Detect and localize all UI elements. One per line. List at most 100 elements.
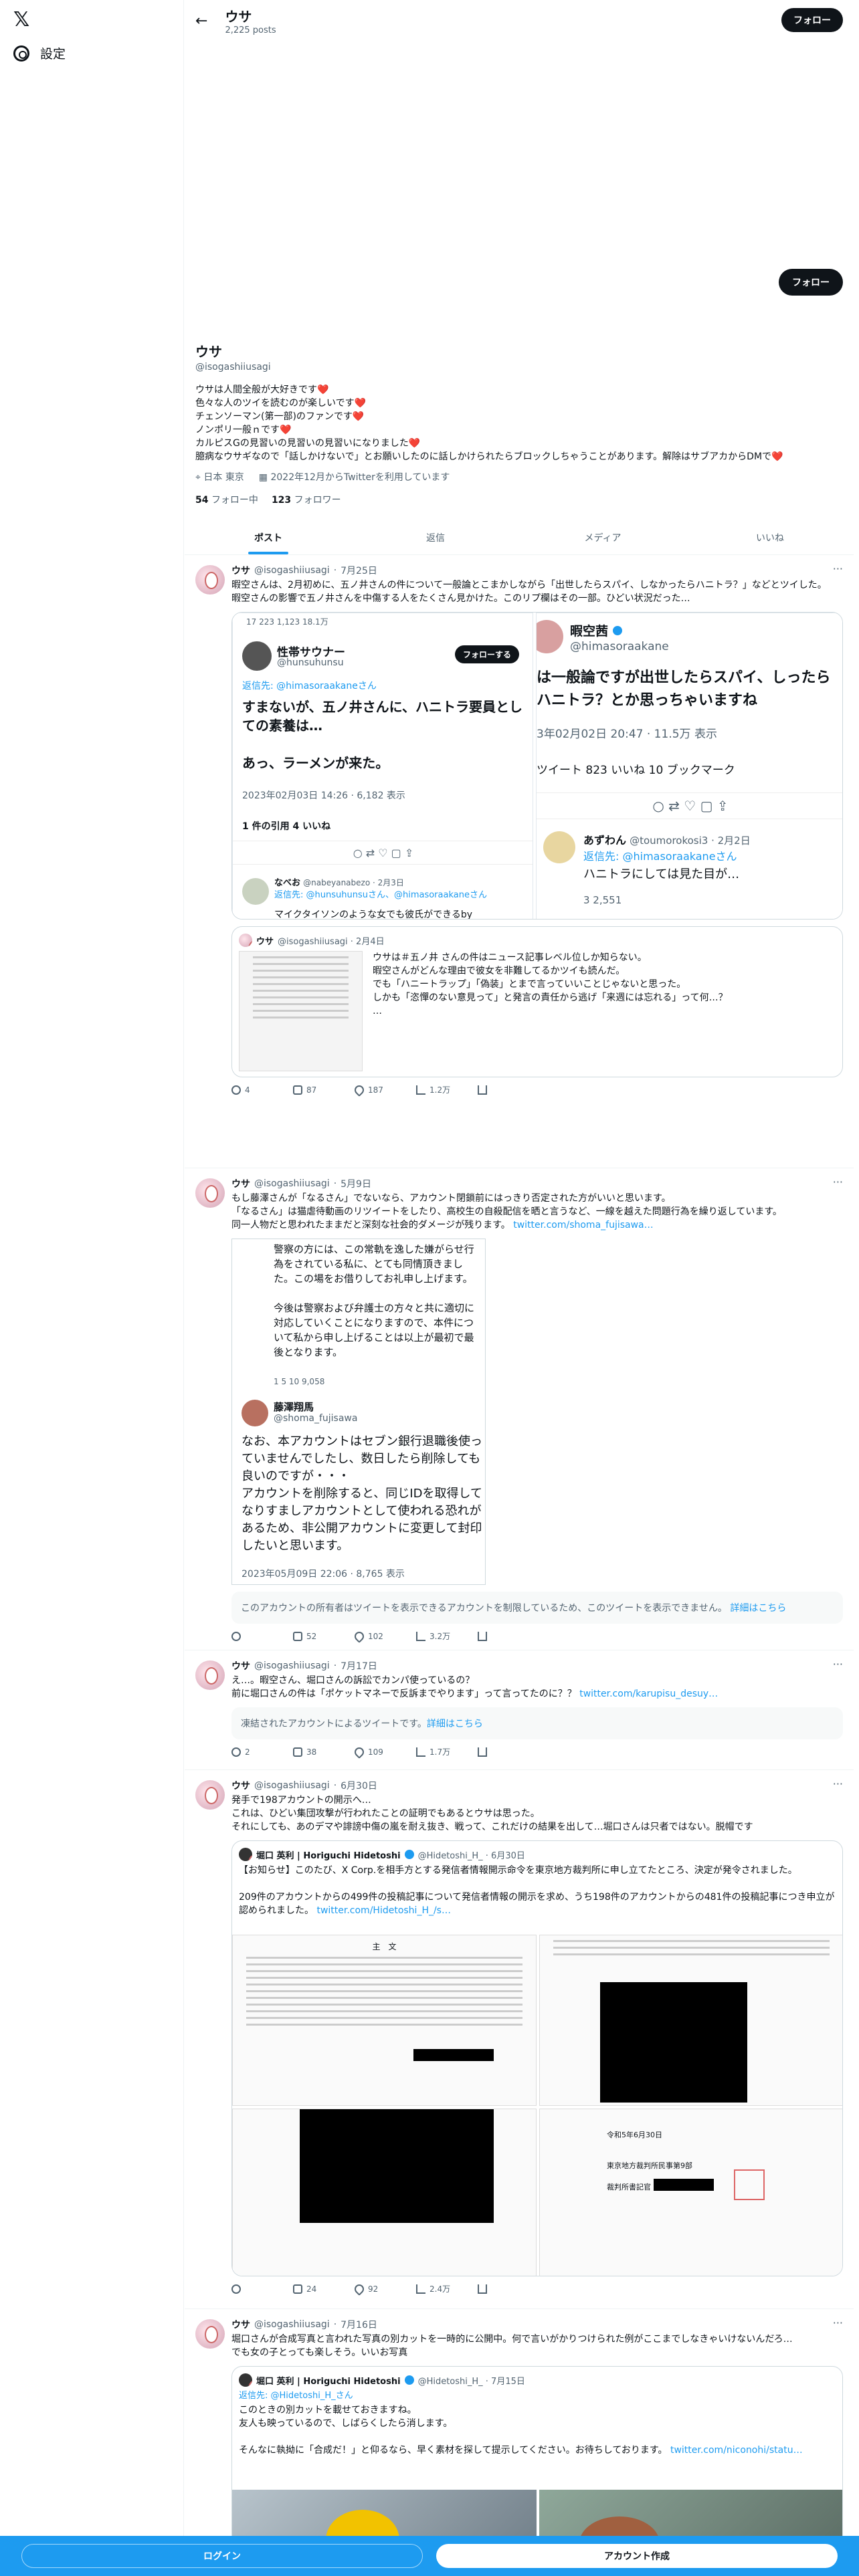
screenshot-handle: @hunsuhunsu [277,657,344,668]
screenshot-avatar [242,1400,268,1426]
avatar[interactable] [195,1780,225,1810]
share-button[interactable] [478,1746,539,1757]
retweet-button[interactable]: 87 [293,1084,355,1095]
signup-button[interactable]: アカウント作成 [436,2544,838,2568]
tweet-date[interactable]: 5月9日 [341,1177,371,1190]
screenshot-quotes: 1 件の引用 4 いいね [242,821,331,832]
tab-replies[interactable]: 返信 [352,522,519,554]
document-heading: 主 文 [372,1942,397,1951]
document-image-1: 主 文 [232,1935,537,2106]
more-icon[interactable]: ··· [833,1176,843,1188]
tweet-date[interactable]: 7月25日 [341,564,377,577]
nav-settings[interactable]: 設定 [13,44,66,62]
retweet-button[interactable]: 52 [293,1630,355,1642]
back-arrow-icon[interactable]: ← [195,13,207,29]
reply-button[interactable] [231,2283,293,2294]
tweet[interactable]: ··· ウサ @isogashiiusagi · 7月17日 え…。暇空さん、堀口さん… [185,1651,854,1770]
retweet-button[interactable]: 38 [293,1746,355,1757]
avatar[interactable] [195,2319,225,2349]
quoted-handle: @Hidetoshi_H_ · 7月15日 [417,2376,525,2387]
bottom-signup-bar: ログイン アカウント作成 [0,2536,859,2576]
reply-button[interactable] [231,1630,293,1642]
like-button[interactable]: 187 [353,1083,416,1097]
tweet-date[interactable]: 6月30日 [341,1779,377,1792]
share-button[interactable] [478,2283,539,2294]
retweet-icon [293,1085,302,1095]
reply-button[interactable]: 4 [231,1084,293,1095]
quoted-link[interactable]: twitter.com/Hidetoshi_H_/s… [316,1905,451,1916]
tab-media[interactable]: メディア [519,522,686,554]
screenshot-reply-body: マイクタイソンのような女でも彼氏ができるby [274,909,473,920]
screenshot2-reply-name: あずわん [583,834,627,847]
quoted-handle: @Hidetoshi_H_ · 6月30日 [417,1850,525,1861]
screenshot-reply-name: なべお [274,878,301,888]
tweet[interactable]: ··· ウサ @isogashiiusagi · 5月9日 もし藤澤さんが「なるさん」… [185,1169,854,1650]
details-link[interactable]: 詳細はこちら [427,1719,483,1729]
screenshot2-time: 3年02月02日 20:47 · 11.5万 表示 [537,728,717,741]
tab-likes[interactable]: いいね [686,522,854,554]
like-button[interactable]: 109 [353,1745,416,1759]
avatar[interactable] [195,1660,225,1690]
views-button[interactable]: 1.2万 [416,1084,478,1095]
retweet-button[interactable]: 24 [293,2283,355,2294]
share-icon [478,1747,487,1757]
more-icon[interactable]: ··· [833,1658,843,1671]
tweet-author-name[interactable]: ウサ [231,1779,250,1792]
details-link[interactable]: 詳細はこちら [730,1603,786,1614]
chart-icon [416,1747,425,1757]
tweet-author-name[interactable]: ウサ [231,1659,250,1673]
screenshot-follow-button: フォローする [454,645,519,663]
tweet-date[interactable]: 7月16日 [341,2318,377,2331]
like-button[interactable]: 102 [353,1629,416,1643]
share-icon [478,1085,487,1095]
share-button[interactable] [478,1084,539,1095]
views-button[interactable]: 2.4万 [416,2283,478,2294]
views-button[interactable]: 1.7万 [416,1746,478,1757]
reply-button[interactable]: 2 [231,1746,293,1757]
more-icon[interactable]: ··· [833,1778,843,1790]
tweet-text: 堀口さんが合成写真と言われた写真の別カットを一時的に公開中。何で言いがかりつけら… [231,2334,793,2358]
share-icon [478,2284,487,2294]
tweet-author-name[interactable]: ウサ [231,1177,250,1190]
followers-link[interactable]: 123 フォロワー [272,493,341,506]
profile-follow-button[interactable]: フォロー [779,269,843,296]
profile-bio: ウサは人間全般が大好きです❤️ 色々な人のツイを読むのが楽しいです❤️ チェンソ… [195,385,783,462]
tweet-actions: 52 102 3.2万 [231,1629,843,1643]
share-button[interactable] [478,1630,539,1642]
gear-icon [13,45,29,62]
login-button[interactable]: ログイン [21,2544,423,2568]
quoted-link[interactable]: twitter.com/niconohi/statu… [670,2445,803,2456]
more-icon[interactable]: ··· [833,2317,843,2329]
tweet-date[interactable]: 7月17日 [341,1659,377,1673]
tweet-handle: @isogashiiusagi [254,1178,330,1189]
like-button[interactable]: 92 [353,2282,416,2296]
tweet-link[interactable]: twitter.com/karupisu_desuy… [579,1689,718,1699]
tweet-actions: 24 92 2.4万 [231,2282,843,2296]
screenshot-time: 2023年02月03日 14:26 · 6,182 表示 [242,790,405,801]
tweet[interactable]: ··· ウサ @isogashiiusagi · 6月30日 発手で198アカウントの… [185,1771,854,2309]
more-icon[interactable]: ··· [833,562,843,575]
quoted-tweet[interactable]: ウサ @isogashiiusagi · 2月4日 ウサは＃五ノ井 さんの件はニュ… [231,926,843,1077]
tweet-link[interactable]: twitter.com/shoma_fujisawa… [513,1220,653,1230]
tweet-image[interactable]: 警察の方には、この常軌を逸した嫌がらせ行為をされている私に、とても同情頂きました… [231,1239,486,1585]
tweet[interactable]: ··· ウサ @isogashiiusagi · 7月25日 暇空さんは、2月初めに、… [185,556,854,1168]
suspended-notice: 凍結されたアカウントによるツイートです。詳細はこちら [231,1707,843,1739]
header-follow-button[interactable]: フォロー [781,8,843,32]
following-link[interactable]: 54 フォロー中 [195,493,258,506]
tweet-media[interactable]: 17 223 1,123 18.1万 性帯サウナー @hunsuhunsu フォ… [231,612,843,920]
tab-posts[interactable]: ポスト [185,522,352,554]
tweet-author-name[interactable]: ウサ [231,2318,250,2331]
x-logo-icon[interactable]: 𝕏 [13,9,35,31]
tweet-author-name[interactable]: ウサ [231,564,250,577]
quoted-tweet[interactable]: 堀口 英利 | Horiguchi Hidetoshi @Hidetoshi_H_… [231,1840,843,2276]
heart-icon [353,2282,366,2296]
left-sidebar: 𝕏 設定 [0,0,184,2576]
quoted-avatar [239,2373,252,2387]
screenshot-stats: 1 5 10 9,058 [274,1377,325,1386]
avatar[interactable] [195,565,225,595]
chart-icon [416,1085,425,1095]
restricted-notice: このアカウントの所有者はツイートを表示できるアカウントを制限しているため、このツ… [231,1592,843,1624]
heart-icon [353,1083,366,1097]
views-button[interactable]: 3.2万 [416,1630,478,1642]
avatar[interactable] [195,1178,225,1208]
